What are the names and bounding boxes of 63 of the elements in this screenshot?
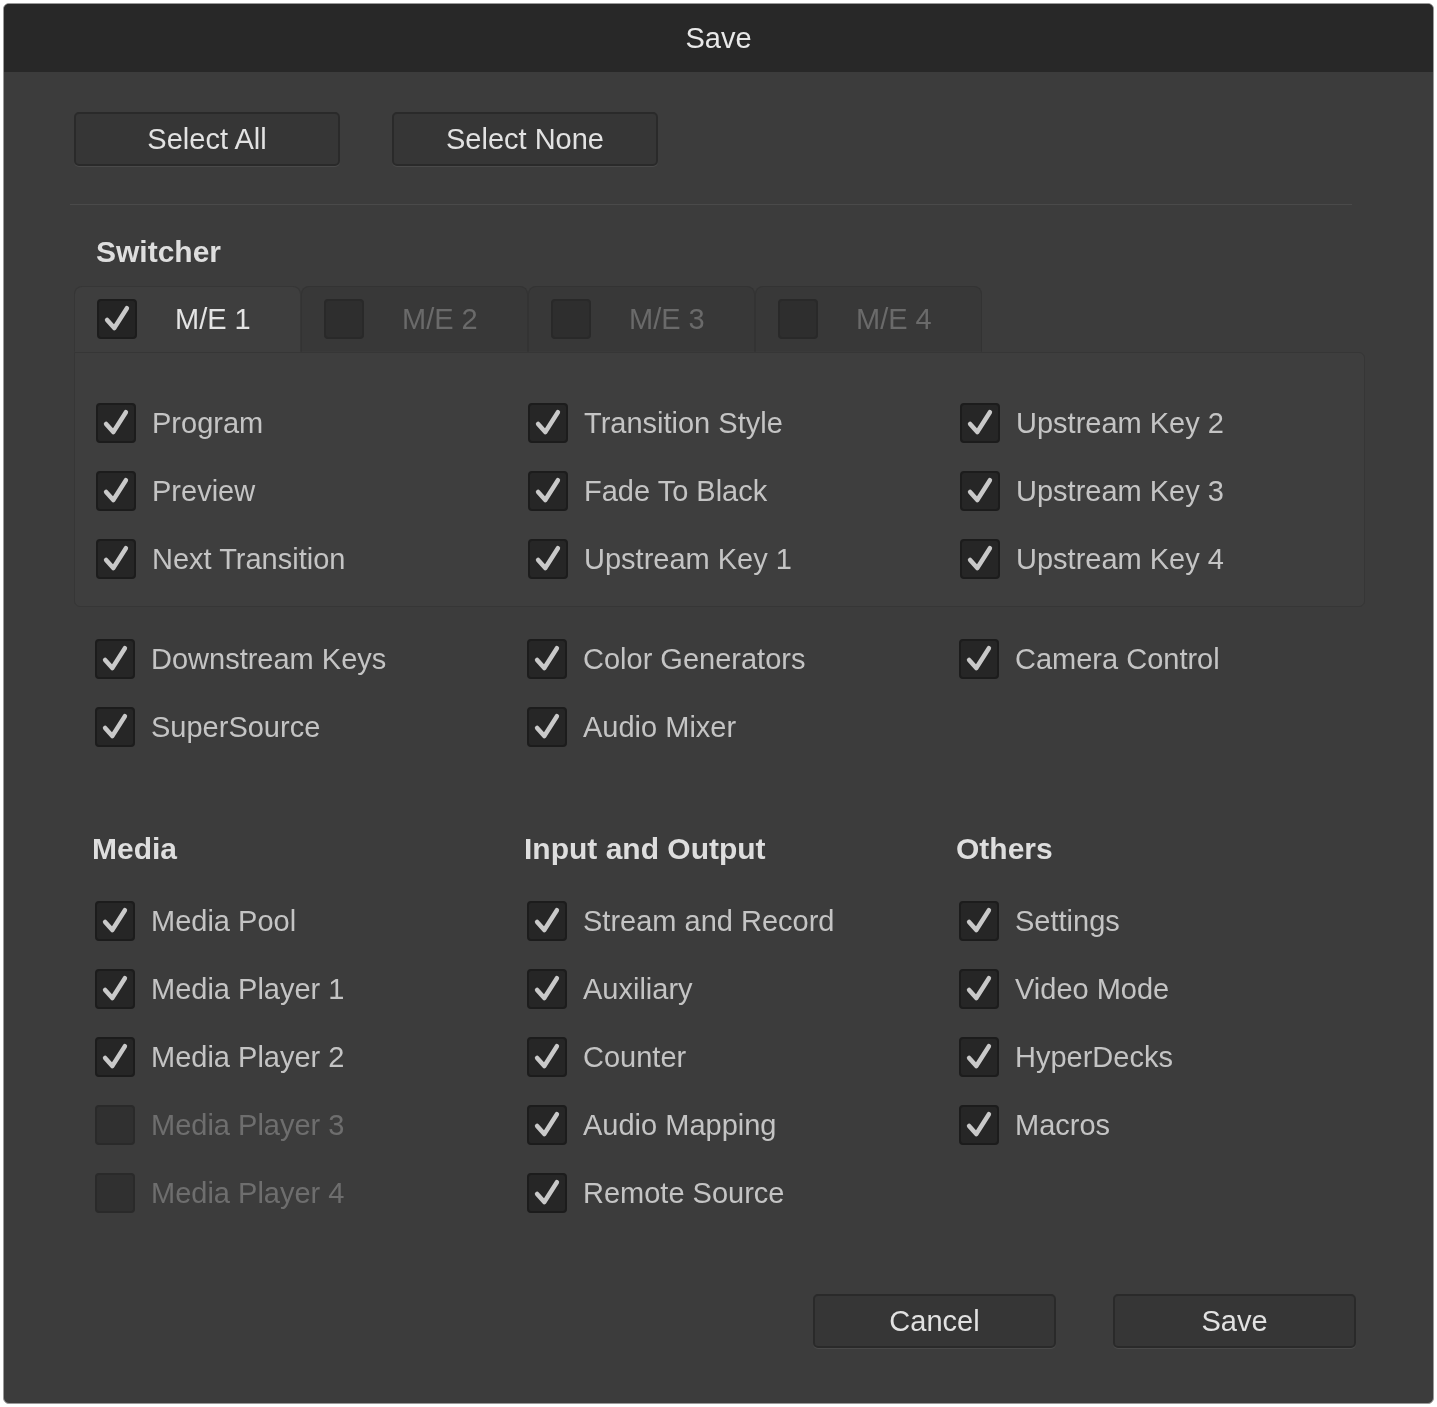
checkbox-label: Camera Control	[1015, 642, 1220, 676]
checkbox-label: Upstream Key 3	[1016, 474, 1224, 508]
checkbox[interactable]	[95, 639, 135, 679]
checkbox-label: Color Generators	[583, 642, 806, 676]
checkbox[interactable]	[96, 403, 136, 443]
checkbox-label: Audio Mapping	[583, 1108, 777, 1142]
section-heading: Media	[92, 831, 179, 867]
tab[interactable]: M/E 1	[74, 286, 301, 352]
section-heading: Switcher	[96, 235, 223, 269]
checkbox-label: Remote Source	[583, 1176, 785, 1210]
checkbox[interactable]	[527, 639, 567, 679]
checkbox[interactable]	[96, 471, 136, 511]
checkbox-label: Fade To Black	[584, 474, 768, 508]
checkbox[interactable]	[528, 403, 568, 443]
checkbox[interactable]	[527, 1037, 567, 1077]
checkbox-label: Program	[152, 406, 264, 440]
checkbox-label: Counter	[583, 1040, 687, 1074]
checkbox[interactable]	[527, 969, 567, 1009]
checkbox-label: Media Pool	[151, 904, 297, 938]
checkbox[interactable]	[960, 403, 1000, 443]
checkbox[interactable]	[527, 1105, 567, 1145]
checkbox-label: Stream and Record	[583, 904, 835, 938]
checkbox-label: Transition Style	[584, 406, 783, 440]
checkbox[interactable]	[528, 539, 568, 579]
checkbox-label: Media Player 1	[151, 972, 345, 1006]
checkbox[interactable]	[959, 1037, 999, 1077]
checkbox-label: Auxiliary	[583, 972, 693, 1006]
checkbox[interactable]	[95, 969, 135, 1009]
checkbox[interactable]	[960, 471, 1000, 511]
checkbox[interactable]	[95, 1037, 135, 1077]
dialog-button[interactable]: Cancel	[813, 1294, 1056, 1348]
section-heading: Input and Output	[524, 831, 767, 867]
checkbox-label: SuperSource	[151, 710, 321, 744]
checkbox-label: Video Mode	[1015, 972, 1170, 1006]
checkbox-label: Settings	[1015, 904, 1120, 938]
checkbox[interactable]	[95, 707, 135, 747]
checkbox[interactable]	[95, 901, 135, 941]
checkbox[interactable]	[527, 1173, 567, 1213]
checkbox[interactable]	[527, 707, 567, 747]
checkbox[interactable]	[959, 901, 999, 941]
checkbox-label: Upstream Key 4	[1016, 542, 1224, 576]
checkbox-label: Audio Mixer	[583, 710, 737, 744]
action-button[interactable]: Select All	[74, 112, 340, 166]
checkbox[interactable]	[960, 539, 1000, 579]
checkbox[interactable]	[527, 901, 567, 941]
checkbox-label: Preview	[152, 474, 256, 508]
checkbox-label: Next Transition	[152, 542, 346, 576]
checkbox-label: Media Player 2	[151, 1040, 345, 1074]
dialog-button[interactable]: Save	[1113, 1294, 1356, 1348]
checkbox[interactable]	[959, 969, 999, 1009]
checkbox[interactable]	[959, 639, 999, 679]
checkbox[interactable]	[97, 299, 137, 339]
checkbox[interactable]	[959, 1105, 999, 1145]
checkbox-label: Downstream Keys	[151, 642, 387, 676]
checkbox-label: Upstream Key 2	[1016, 406, 1224, 440]
checkbox-label: Upstream Key 1	[584, 542, 792, 576]
checkbox-label: Macros	[1015, 1108, 1111, 1142]
action-button[interactable]: Select None	[392, 112, 658, 166]
checkbox[interactable]	[528, 471, 568, 511]
checkbox-label: HyperDecks	[1015, 1040, 1173, 1074]
section-heading: Others	[956, 831, 1054, 867]
checkbox[interactable]	[96, 539, 136, 579]
window-title: Save	[685, 21, 752, 55]
